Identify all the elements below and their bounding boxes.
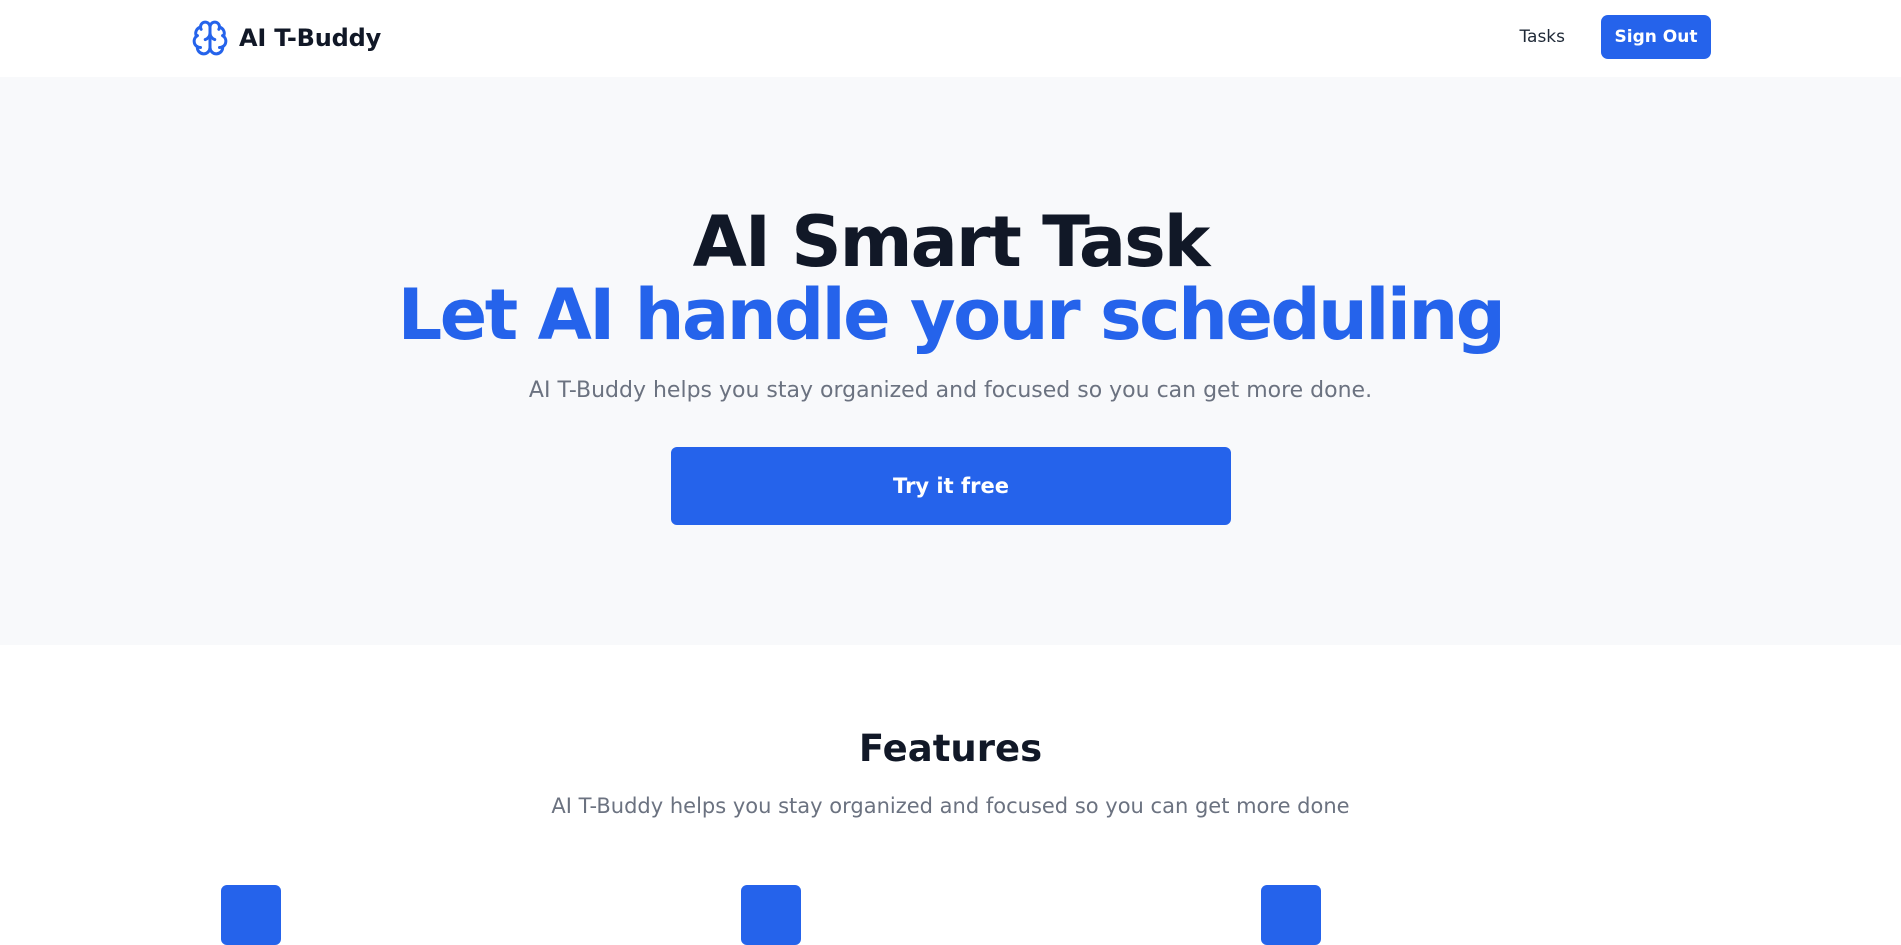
brain-icon — [192, 20, 228, 56]
features-section: Features AI T-Buddy helps you stay organ… — [0, 645, 1901, 945]
nav-actions: Tasks Sign Out — [1519, 15, 1711, 59]
try-it-free-button[interactable]: Try it free — [671, 447, 1231, 525]
sign-out-button[interactable]: Sign Out — [1601, 15, 1711, 59]
hero-section: AI Smart Task Let AI handle your schedul… — [0, 77, 1901, 645]
hero-description: AI T-Buddy helps you stay organized and … — [528, 378, 1373, 403]
brand-name: AI T-Buddy — [239, 24, 382, 52]
features-title: Features — [858, 727, 1043, 770]
nav-link-tasks[interactable]: Tasks — [1519, 27, 1601, 47]
brand-logo[interactable]: AI T-Buddy — [191, 17, 381, 59]
hero-subtitle: Let AI handle your scheduling — [397, 274, 1506, 356]
feature-icon — [741, 885, 801, 945]
navbar: AI T-Buddy Tasks Sign Out — [0, 0, 1901, 77]
feature-icon — [1261, 885, 1321, 945]
hero-title: AI Smart Task — [692, 201, 1211, 283]
feature-icon — [221, 885, 281, 945]
features-description: AI T-Buddy helps you stay organized and … — [551, 794, 1350, 818]
